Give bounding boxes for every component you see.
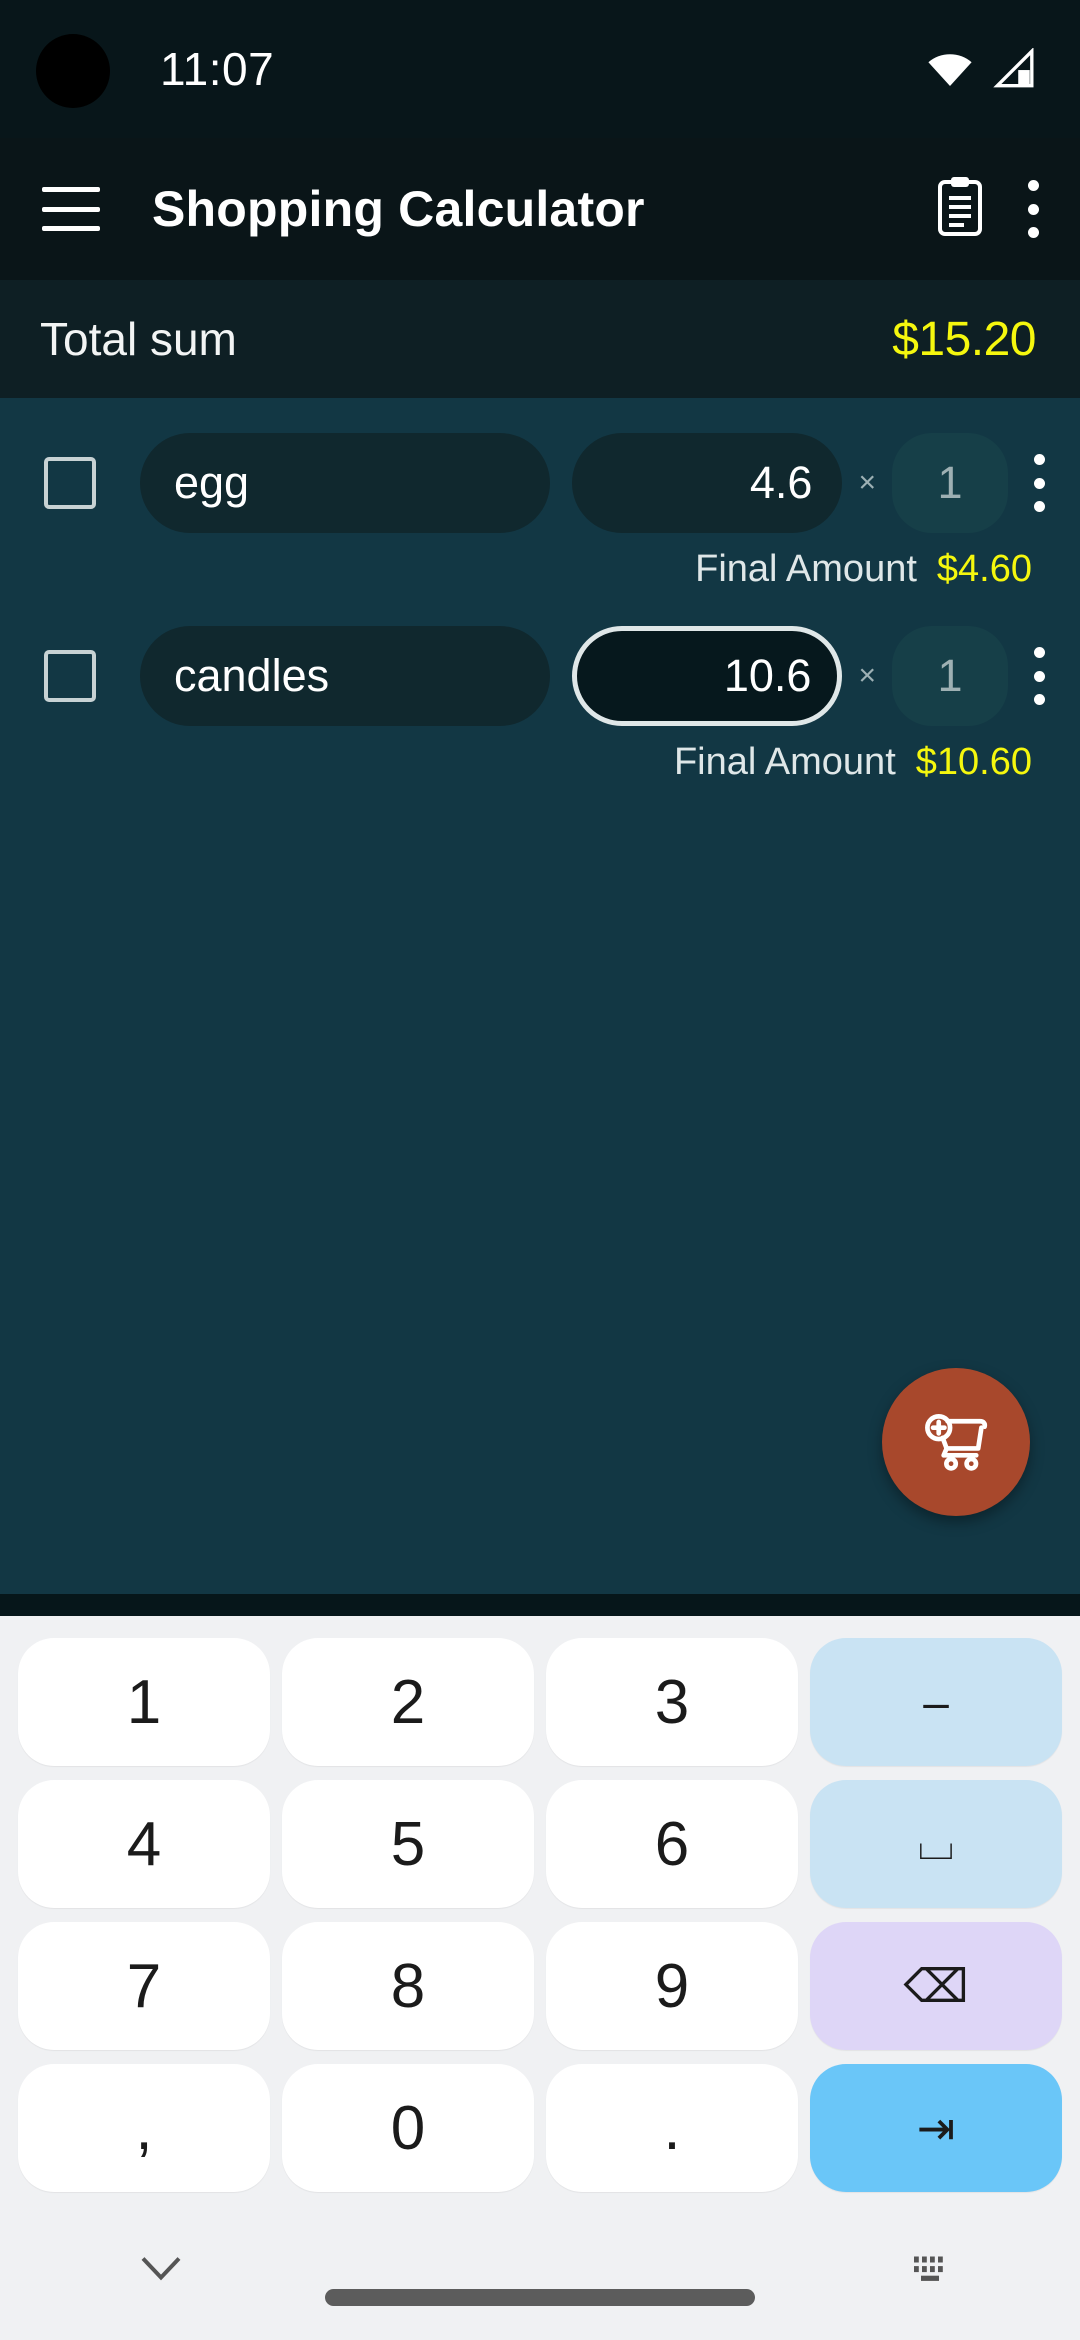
add-to-cart-icon bbox=[925, 1414, 988, 1471]
item-price-input-focused[interactable]: 10.6 bbox=[572, 626, 843, 726]
status-bar: 11:07 bbox=[0, 0, 1080, 138]
key-period[interactable]: . bbox=[546, 2064, 798, 2192]
item-checkbox[interactable] bbox=[44, 650, 96, 702]
page-title: Shopping Calculator bbox=[152, 181, 645, 237]
list-top-spacer bbox=[0, 398, 1080, 424]
list-item: candles 10.6 × 1 Final Amount $10.60 bbox=[0, 617, 1080, 784]
item-quantity-input[interactable]: 1 bbox=[892, 433, 1008, 533]
space-key[interactable]: ⌴ bbox=[810, 1780, 1062, 1908]
key-5[interactable]: 5 bbox=[282, 1780, 534, 1908]
next-field-key[interactable]: ⇥ bbox=[810, 2064, 1062, 2192]
numeric-keyboard: 1 2 3 – 4 5 6 ⌴ 7 8 9 ⌫ , 0 . ⇥ bbox=[0, 1616, 1080, 2202]
multiply-symbol: × bbox=[858, 466, 876, 499]
chevron-down-icon[interactable] bbox=[140, 2256, 182, 2287]
key-4[interactable]: 4 bbox=[18, 1780, 270, 1908]
list-item: egg 4.6 × 1 Final Amount $4.60 bbox=[0, 424, 1080, 591]
hamburger-menu-icon[interactable] bbox=[42, 187, 100, 231]
add-to-cart-fab[interactable] bbox=[882, 1368, 1030, 1516]
keyboard-row: 7 8 9 ⌫ bbox=[12, 1918, 1068, 2054]
item-name-input[interactable]: egg bbox=[140, 433, 551, 533]
more-vertical-icon[interactable] bbox=[1026, 180, 1040, 238]
keyboard-switch-icon[interactable] bbox=[912, 2253, 952, 2290]
item-price-input[interactable]: 4.6 bbox=[572, 433, 843, 533]
navigation-bar bbox=[0, 2202, 1080, 2340]
key-3[interactable]: 3 bbox=[546, 1638, 798, 1766]
key-0[interactable]: 0 bbox=[282, 2064, 534, 2192]
key-7[interactable]: 7 bbox=[18, 1922, 270, 2050]
list-row-spacer bbox=[0, 591, 1080, 617]
item-checkbox[interactable] bbox=[44, 457, 96, 509]
keyboard-row: 4 5 6 ⌴ bbox=[12, 1776, 1068, 1912]
multiply-symbol: × bbox=[858, 659, 876, 692]
minus-key[interactable]: – bbox=[810, 1638, 1062, 1766]
item-row-egg: egg 4.6 × 1 bbox=[0, 424, 1080, 542]
keyboard-row: 1 2 3 – bbox=[12, 1634, 1068, 1770]
key-comma[interactable]: , bbox=[18, 2064, 270, 2192]
camera-punch-hole bbox=[36, 34, 110, 108]
cellular-signal-icon bbox=[990, 48, 1036, 90]
item-quantity-input[interactable]: 1 bbox=[892, 626, 1008, 726]
backspace-key[interactable]: ⌫ bbox=[810, 1922, 1062, 2050]
status-clock: 11:07 bbox=[160, 43, 275, 95]
total-sum-value: $15.20 bbox=[892, 312, 1036, 366]
key-9[interactable]: 9 bbox=[546, 1922, 798, 2050]
app-bar: Shopping Calculator bbox=[0, 138, 1080, 280]
app-screen: 11:07 Shopping Calculator Total sum $15.… bbox=[0, 0, 1080, 2340]
final-amount-label: Final Amount bbox=[695, 548, 917, 590]
final-amount-value: $4.60 bbox=[936, 548, 1032, 590]
wifi-icon bbox=[926, 49, 974, 89]
item-final-amount: Final Amount $10.60 bbox=[0, 741, 1080, 784]
item-final-amount: Final Amount $4.60 bbox=[0, 548, 1080, 591]
item-overflow-icon[interactable] bbox=[1032, 647, 1046, 705]
key-6[interactable]: 6 bbox=[546, 1780, 798, 1908]
key-8[interactable]: 8 bbox=[282, 1922, 534, 2050]
shopping-item-list: egg 4.6 × 1 Final Amount $4.60 candles 1… bbox=[0, 398, 1080, 1594]
home-indicator[interactable] bbox=[325, 2289, 755, 2306]
keyboard-row: , 0 . ⇥ bbox=[12, 2060, 1068, 2196]
final-amount-value: $10.60 bbox=[915, 741, 1032, 783]
total-sum-bar: Total sum $15.20 bbox=[0, 280, 1080, 398]
final-amount-label: Final Amount bbox=[673, 741, 896, 783]
item-overflow-icon[interactable] bbox=[1032, 454, 1046, 512]
item-row-candles: candles 10.6 × 1 bbox=[0, 617, 1080, 735]
key-2[interactable]: 2 bbox=[282, 1638, 534, 1766]
total-sum-label: Total sum bbox=[40, 313, 237, 365]
key-1[interactable]: 1 bbox=[18, 1638, 270, 1766]
item-name-input[interactable]: candles bbox=[140, 626, 551, 726]
clipboard-list-icon[interactable] bbox=[934, 176, 986, 243]
keyboard-top-divider bbox=[0, 1594, 1080, 1616]
